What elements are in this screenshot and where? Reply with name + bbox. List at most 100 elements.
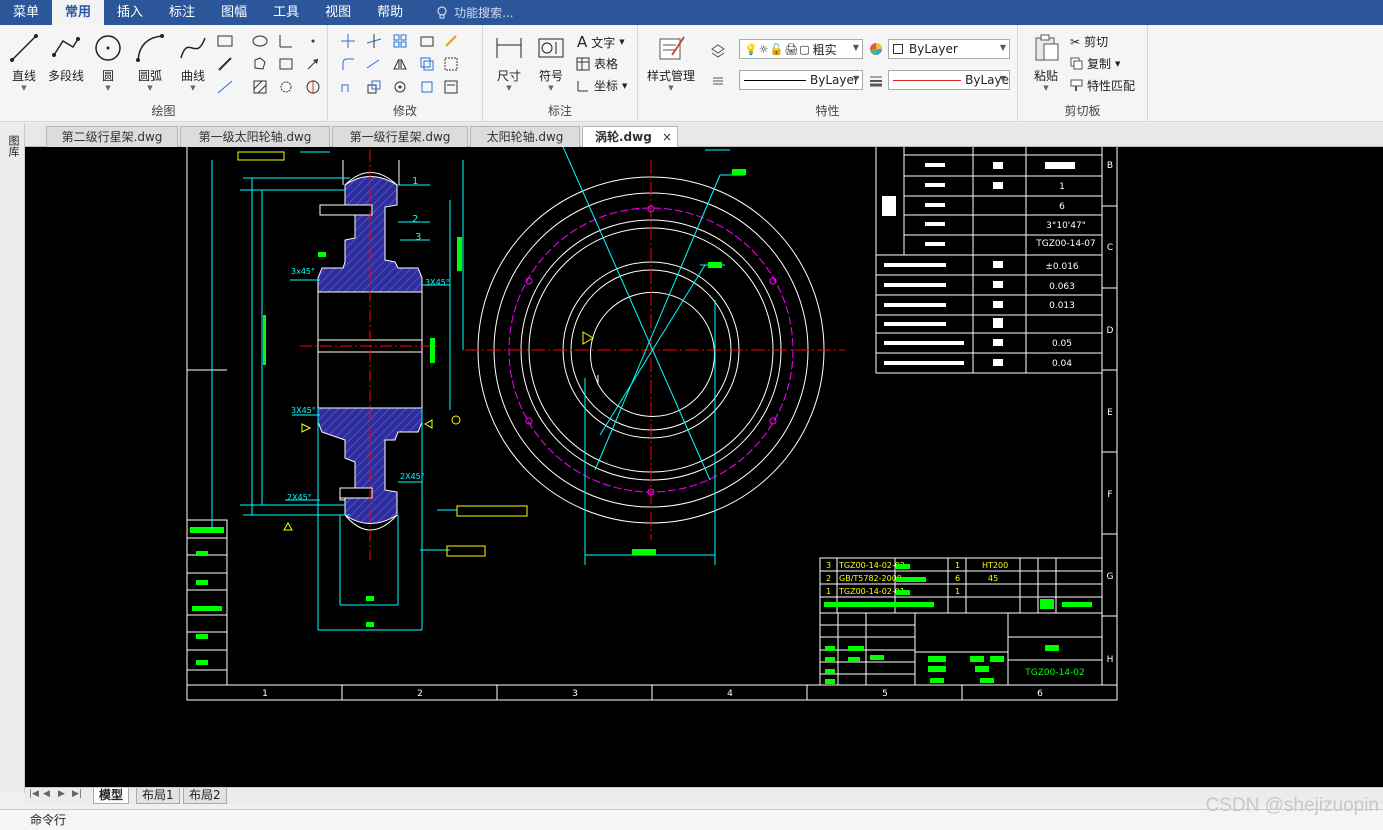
fillet-icon <box>342 58 354 70</box>
edit-tool[interactable] <box>441 31 461 51</box>
angle-icon <box>279 35 292 48</box>
hatch-tool[interactable] <box>250 77 270 97</box>
first-layout-icon[interactable]: |◀ <box>29 789 39 799</box>
panel-properties: 样式管理 ▼ 💡☼🔓🖨▢ 粗实 ▼ ByLayer ▼ ByLayer ▼ By… <box>638 25 1018 122</box>
scale-tool[interactable] <box>364 77 384 97</box>
menu-view[interactable]: 视图 <box>312 0 364 25</box>
last-layout-icon[interactable]: ▶| <box>72 789 82 799</box>
style-manager-label: 样式管理 <box>646 69 695 83</box>
rectangle-icon <box>217 35 233 47</box>
text-tool[interactable]: A 文字 ▼ <box>577 33 625 51</box>
rotate-tool[interactable] <box>390 77 410 97</box>
color-wheel-tool[interactable] <box>866 39 886 59</box>
block-tool[interactable] <box>441 54 461 74</box>
copy-tool[interactable]: 复制 ▼ <box>1070 55 1120 72</box>
doc-tab[interactable]: 太阳轮轴.dwg <box>470 126 580 147</box>
move-tool[interactable] <box>338 31 358 51</box>
scissors-icon: ✂ <box>1070 34 1081 49</box>
chevron-down-icon: ▼ <box>1043 84 1049 92</box>
array-tool[interactable] <box>390 31 410 51</box>
doc-tab-active[interactable]: 涡轮.dwg × <box>582 126 678 148</box>
angle-tool[interactable] <box>276 31 296 51</box>
stretch-tool[interactable] <box>338 77 358 97</box>
symbol-tool[interactable]: 符号 ▼ <box>529 31 573 92</box>
color-select[interactable]: ByLayer ▼ <box>888 39 1010 59</box>
style-manager-tool[interactable]: 样式管理 ▼ <box>646 31 696 92</box>
coordinate-tool[interactable]: 坐标 ▼ <box>576 77 627 94</box>
circle-tool[interactable]: 圆 ▼ <box>86 31 130 92</box>
layout-tab-1[interactable]: 布局1 <box>136 788 180 804</box>
arc-tool[interactable]: 圆弧 ▼ <box>128 31 172 92</box>
pencil-tool[interactable] <box>215 54 235 74</box>
document-tab-bar: 第二级行星架.dwg 第一级太阳轮轴.dwg 第一级行星架.dwg 太阳轮轴.d… <box>0 123 1383 148</box>
paste-tool[interactable]: 粘贴 ▼ <box>1024 31 1068 92</box>
zone-col-3: 3 <box>572 689 578 699</box>
line-tool[interactable]: 直线 ▼ <box>2 31 46 92</box>
doc-tab[interactable]: 第二级行星架.dwg <box>46 126 178 147</box>
mirror-tool[interactable] <box>390 54 410 74</box>
doc-tab[interactable]: 第一级行星架.dwg <box>332 126 468 147</box>
linetype-list-tool[interactable] <box>708 71 728 91</box>
match-properties-tool[interactable]: 特性匹配 <box>1070 77 1135 94</box>
image-tool[interactable] <box>276 54 296 74</box>
centerline-tool[interactable] <box>303 77 323 97</box>
menu-insert[interactable]: 插入 <box>104 0 156 25</box>
region-tool[interactable] <box>250 54 270 74</box>
table-tool[interactable]: 表格 <box>576 55 618 72</box>
doc-tab[interactable]: 第一级太阳轮轴.dwg <box>180 126 330 147</box>
menu-frame[interactable]: 图幅 <box>208 0 260 25</box>
chevron-down-icon: ▼ <box>852 43 859 52</box>
gear-tool[interactable] <box>276 77 296 97</box>
rectangle-tool[interactable] <box>215 31 235 51</box>
ribbon: 直线 ▼ 多段线 圆 ▼ 圆弧 ▼ 曲线 ▼ 绘图 修改 尺寸 ▼ 符号 ▼ A… <box>0 25 1383 122</box>
menu-tools[interactable]: 工具 <box>260 0 312 25</box>
lineweight-select[interactable]: ByLaye ▼ <box>888 70 1010 90</box>
linetype-select[interactable]: ByLayer ▼ <box>739 70 863 90</box>
coordinate-icon <box>577 80 588 91</box>
prev-layout-icon[interactable]: ◀ <box>43 789 50 799</box>
polyline-tool[interactable]: 多段线 <box>44 31 88 84</box>
construction-line-tool[interactable] <box>215 77 235 97</box>
menu-home[interactable]: 常用 <box>52 0 105 25</box>
explode-tool[interactable] <box>417 77 437 97</box>
circle-icon <box>95 35 121 61</box>
text-label: 文字 <box>591 35 616 50</box>
library-tab[interactable]: 图库 <box>5 135 20 157</box>
drawing-canvas[interactable]: 1 2 3 4 5 6 B C D E F G H 1 2 3 3x45° 3X… <box>25 147 1383 787</box>
curve-tool[interactable]: 曲线 ▼ <box>171 31 215 92</box>
layout-tab-2[interactable]: 布局2 <box>183 788 227 804</box>
cad-drawing[interactable]: 1 2 3 4 5 6 B C D E F G H 1 2 3 3x45° 3X… <box>25 147 1383 787</box>
ellipse-tool[interactable] <box>250 31 270 51</box>
trim-tool[interactable] <box>364 31 384 51</box>
panel-title-properties: 特性 <box>815 104 840 118</box>
cut-tool[interactable]: ✂ 剪切 <box>1070 33 1108 50</box>
panel-title-draw: 绘图 <box>151 104 176 118</box>
arrow-tool[interactable] <box>303 54 323 74</box>
color-value: ByLayer <box>909 42 958 56</box>
search-placeholder: 功能搜索... <box>454 6 514 20</box>
next-layout-icon[interactable]: ▶ <box>58 789 65 799</box>
text-icon: A <box>577 33 588 51</box>
feature-search[interactable]: 功能搜索... <box>436 0 514 25</box>
layout-tab-model[interactable]: 模型 <box>93 788 130 804</box>
cut-label: 剪切 <box>1084 35 1109 49</box>
arrow-icon <box>307 58 319 70</box>
close-icon[interactable]: × <box>662 127 672 147</box>
scale-icon <box>367 80 381 94</box>
polyline-icon <box>52 37 80 57</box>
fillet-tool[interactable] <box>338 54 358 74</box>
layer-state-tool[interactable] <box>708 41 728 61</box>
point-tool[interactable] <box>303 31 323 51</box>
offset-tool[interactable] <box>417 31 437 51</box>
copy-object-tool[interactable] <box>417 54 437 74</box>
command-line[interactable]: 命令行 <box>0 809 1383 830</box>
extend-tool[interactable] <box>364 54 384 74</box>
bom-material: HT200 <box>982 561 1008 570</box>
layer-select[interactable]: 💡☼🔓🖨▢ 粗实 ▼ <box>739 39 863 59</box>
properties-tool[interactable] <box>441 77 461 97</box>
lineweight-tool[interactable] <box>866 70 886 90</box>
menu-annotate[interactable]: 标注 <box>156 0 208 25</box>
dimension-tool[interactable]: 尺寸 ▼ <box>487 31 531 92</box>
menu-main[interactable]: 菜单 <box>0 0 52 25</box>
menu-help[interactable]: 帮助 <box>364 0 416 25</box>
